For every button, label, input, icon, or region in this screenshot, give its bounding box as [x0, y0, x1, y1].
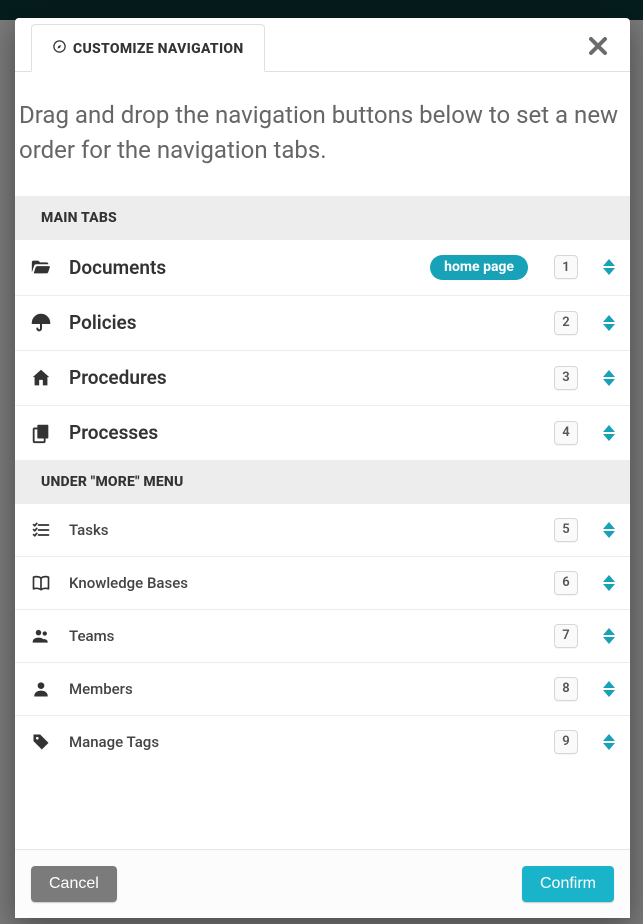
order-number: 7 — [554, 624, 578, 648]
nav-item-knowledge-bases[interactable]: Knowledge Bases 6 — [15, 557, 630, 610]
nav-item-tasks[interactable]: Tasks 5 — [15, 504, 630, 557]
sort-handle[interactable] — [602, 574, 616, 592]
modal-intro-text: Drag and drop the navigation buttons bel… — [15, 98, 630, 196]
order-number: 1 — [554, 255, 578, 279]
order-number: 6 — [554, 571, 578, 595]
sort-handle[interactable] — [602, 733, 616, 751]
order-number: 9 — [554, 730, 578, 754]
nav-item-members[interactable]: Members 8 — [15, 663, 630, 716]
book-open-icon — [27, 573, 55, 593]
home-icon — [27, 367, 55, 389]
close-icon — [586, 34, 610, 62]
cancel-button[interactable]: Cancel — [31, 866, 117, 902]
sort-handle[interactable] — [602, 424, 616, 442]
sort-handle[interactable] — [602, 521, 616, 539]
caret-up-icon — [602, 369, 616, 378]
caret-down-icon — [602, 378, 616, 387]
modal-tab-strip: CUSTOMIZE NAVIGATION — [31, 24, 265, 72]
caret-up-icon — [602, 424, 616, 433]
main-tabs-list: Documents home page 1 Policies 2 — [15, 240, 630, 460]
order-number: 4 — [554, 421, 578, 445]
caret-down-icon — [602, 583, 616, 592]
tab-customize-navigation[interactable]: CUSTOMIZE NAVIGATION — [31, 24, 265, 72]
order-number: 5 — [554, 518, 578, 542]
caret-up-icon — [602, 574, 616, 583]
nav-item-policies[interactable]: Policies 2 — [15, 296, 630, 351]
sort-handle[interactable] — [602, 258, 616, 276]
sort-handle[interactable] — [602, 369, 616, 387]
customize-navigation-modal: CUSTOMIZE NAVIGATION Drag and drop the n… — [15, 18, 630, 918]
caret-up-icon — [602, 314, 616, 323]
nav-item-documents[interactable]: Documents home page 1 — [15, 240, 630, 296]
nav-item-label: Manage Tags — [69, 733, 540, 751]
caret-down-icon — [602, 530, 616, 539]
nav-item-processes[interactable]: Processes 4 — [15, 406, 630, 460]
caret-up-icon — [602, 680, 616, 689]
caret-down-icon — [602, 689, 616, 698]
compass-icon — [52, 39, 67, 58]
confirm-button[interactable]: Confirm — [522, 866, 614, 902]
caret-down-icon — [602, 323, 616, 332]
users-icon — [27, 626, 55, 646]
section-header-more: UNDER "MORE" MENU — [15, 460, 630, 504]
nav-item-manage-tags[interactable]: Manage Tags 9 — [15, 716, 630, 768]
nav-item-label: Processes — [69, 421, 540, 444]
home-page-badge[interactable]: home page — [430, 255, 528, 280]
sort-handle[interactable] — [602, 680, 616, 698]
copy-icon — [27, 422, 55, 444]
user-icon — [27, 679, 55, 699]
caret-up-icon — [602, 733, 616, 742]
modal-header: CUSTOMIZE NAVIGATION — [15, 18, 630, 72]
order-number: 8 — [554, 677, 578, 701]
nav-item-label: Members — [69, 680, 540, 698]
order-number: 3 — [554, 366, 578, 390]
nav-item-teams[interactable]: Teams 7 — [15, 610, 630, 663]
order-number: 2 — [554, 311, 578, 335]
close-button[interactable] — [582, 32, 614, 64]
nav-item-label: Procedures — [69, 366, 540, 389]
nav-item-label: Knowledge Bases — [69, 574, 540, 592]
section-header-main: MAIN TABS — [15, 196, 630, 240]
sort-handle[interactable] — [602, 314, 616, 332]
tag-icon — [27, 732, 55, 752]
modal-footer: Cancel Confirm — [15, 849, 630, 918]
sort-handle[interactable] — [602, 627, 616, 645]
nav-item-label: Documents — [69, 256, 416, 279]
folder-open-icon — [27, 256, 55, 278]
caret-down-icon — [602, 433, 616, 442]
nav-item-label: Teams — [69, 627, 540, 645]
caret-down-icon — [602, 636, 616, 645]
caret-down-icon — [602, 267, 616, 276]
modal-body: Drag and drop the navigation buttons bel… — [15, 72, 630, 849]
nav-item-label: Policies — [69, 311, 540, 334]
nav-item-label: Tasks — [69, 521, 540, 539]
nav-item-procedures[interactable]: Procedures 3 — [15, 351, 630, 406]
list-check-icon — [27, 520, 55, 540]
caret-down-icon — [602, 742, 616, 751]
caret-up-icon — [602, 258, 616, 267]
caret-up-icon — [602, 521, 616, 530]
caret-up-icon — [602, 627, 616, 636]
more-tabs-list: Tasks 5 Knowledge Bases 6 Teams — [15, 504, 630, 768]
umbrella-icon — [27, 312, 55, 334]
tab-label: CUSTOMIZE NAVIGATION — [73, 41, 244, 57]
